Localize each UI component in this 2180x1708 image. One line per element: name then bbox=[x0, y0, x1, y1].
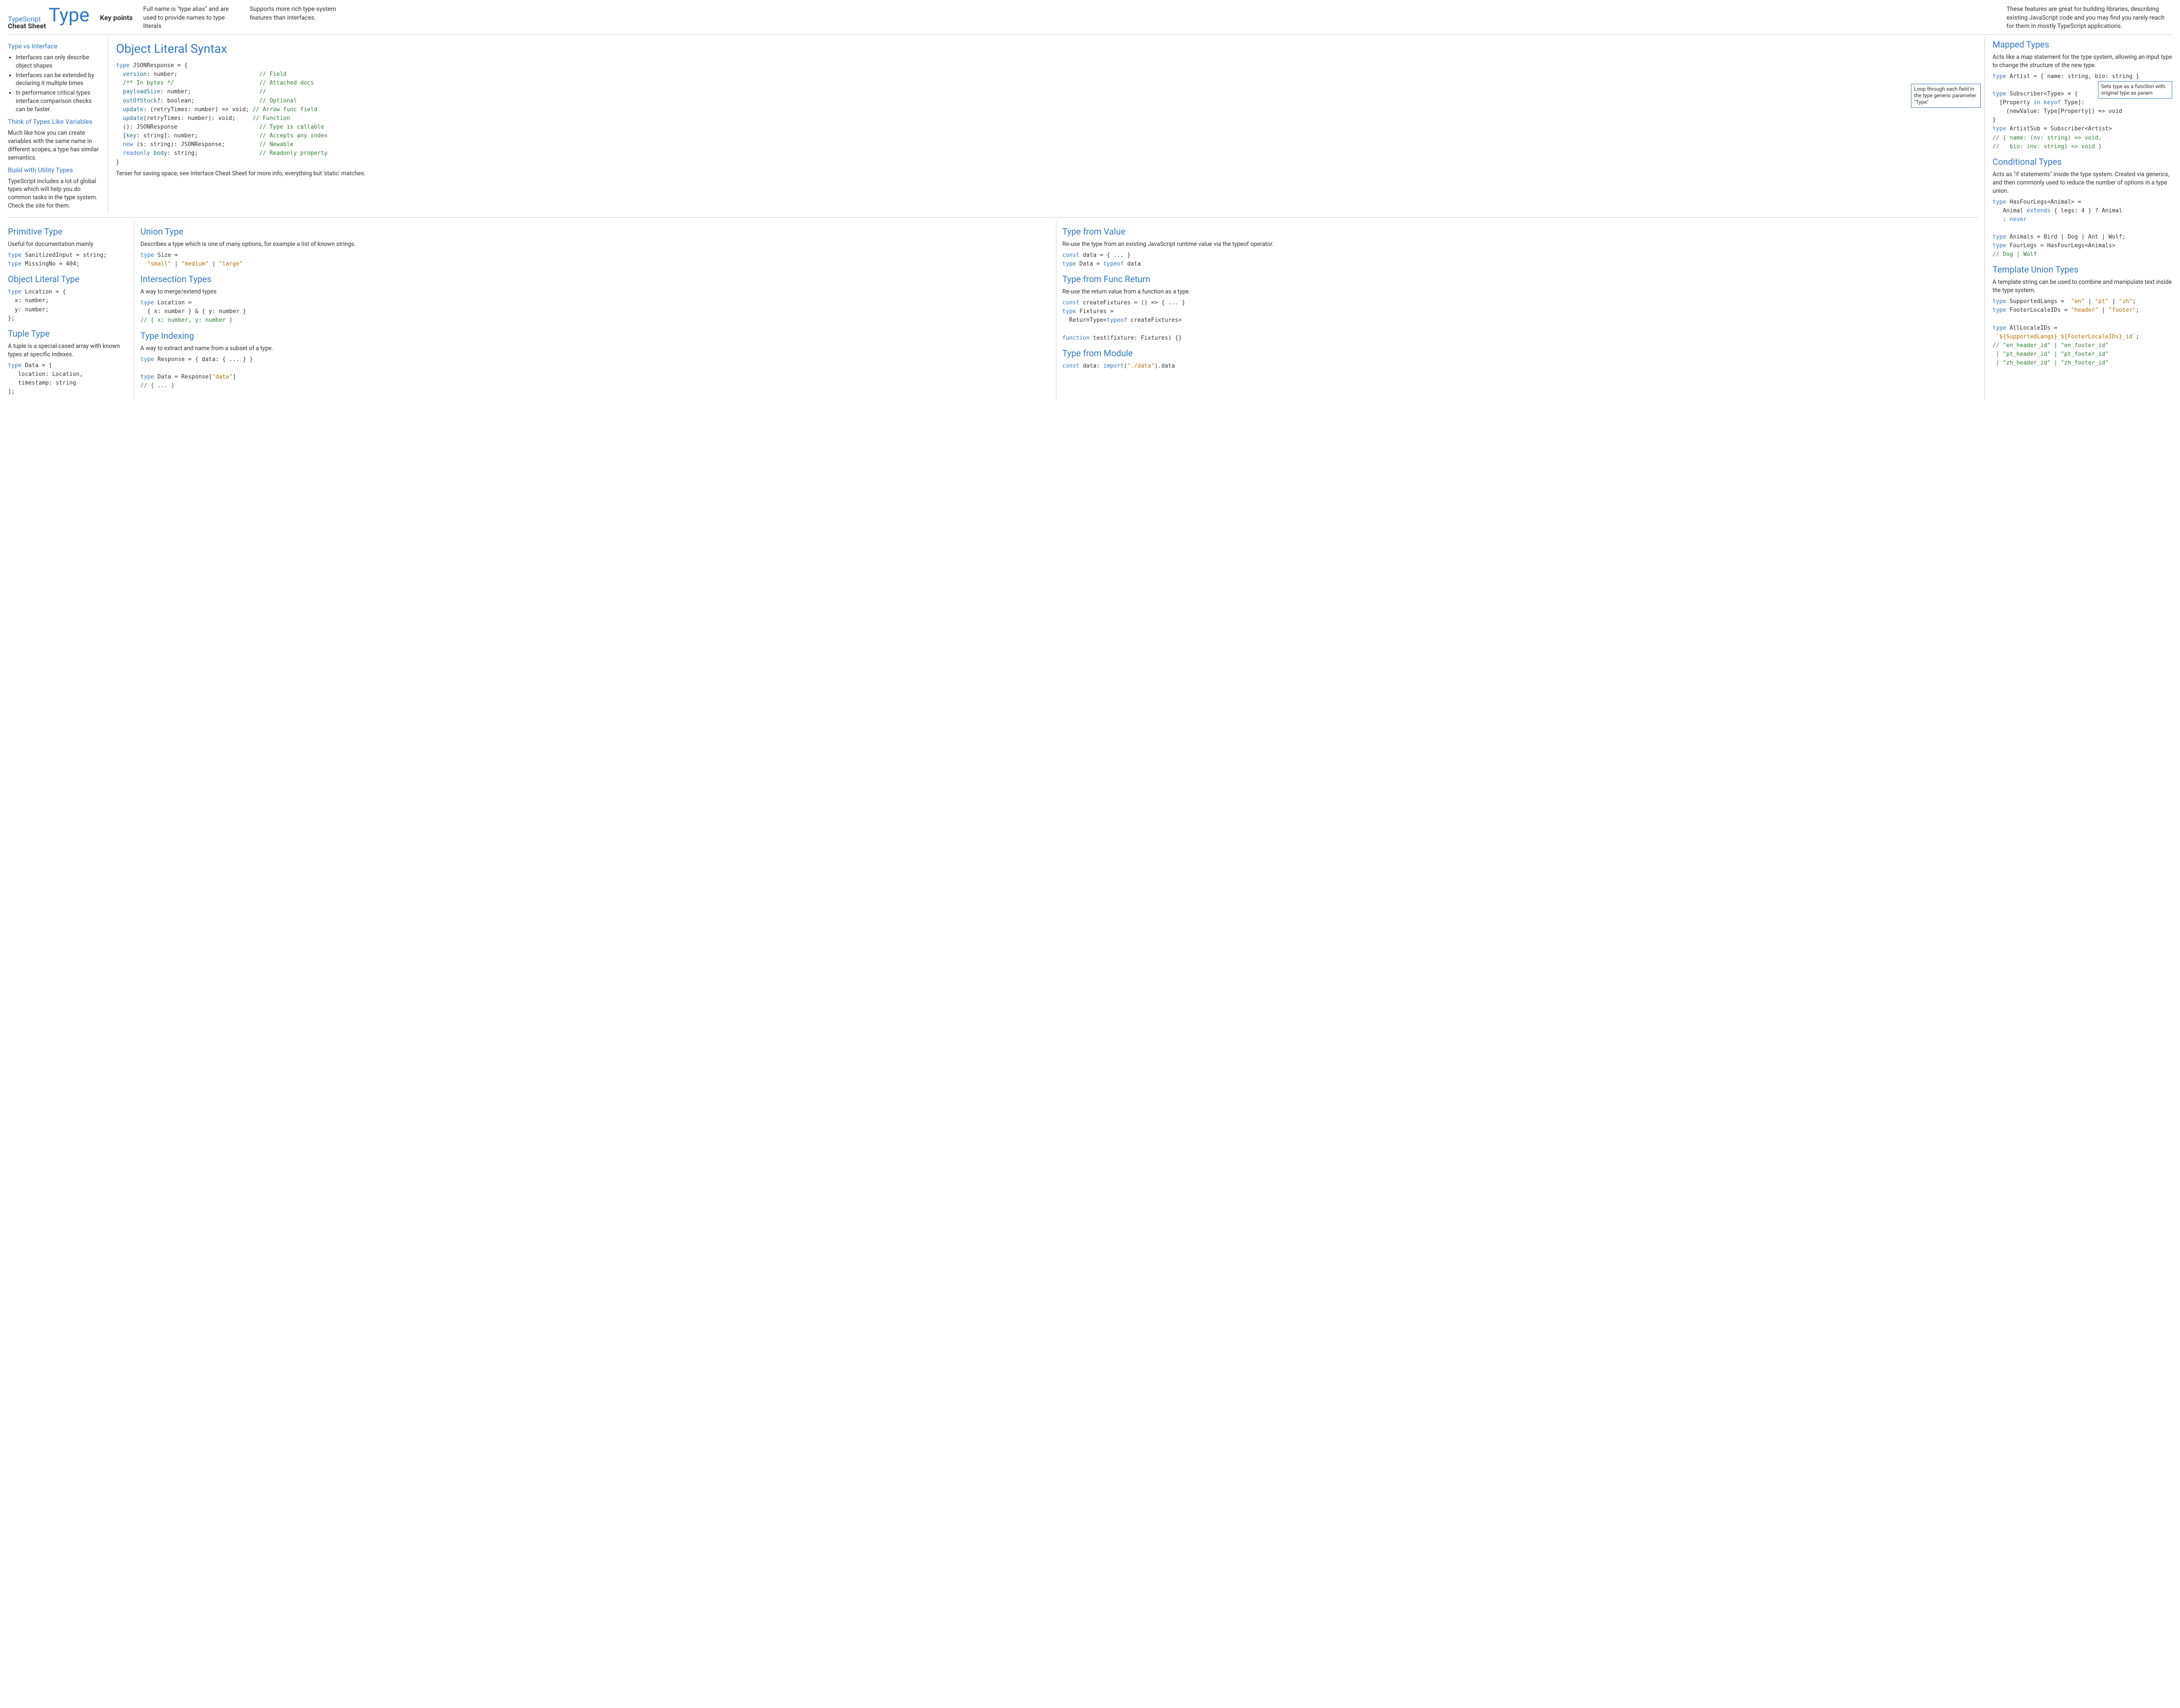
tfr-title: Type from Func Return bbox=[1063, 273, 1979, 285]
indexing-note: A way to extract and name from a subset … bbox=[140, 344, 1050, 353]
tfv-code: const data = { ... } type Data = typeof … bbox=[1063, 251, 1979, 269]
conditional-note: Acts as "if statements" inside the type … bbox=[1993, 170, 2172, 195]
brand-big: Type bbox=[49, 5, 90, 24]
tfm-title: Type from Module bbox=[1063, 347, 1979, 359]
callout-set-type-func: Sets type as a function with original ty… bbox=[2098, 81, 2172, 99]
template-note: A template string can be used to combine… bbox=[1993, 278, 2172, 295]
tfv-note: Re-use the type from an existing JavaScr… bbox=[1063, 240, 1979, 249]
primitive-note: Useful for documentation mainly bbox=[8, 240, 128, 249]
tfr-note: Re-use the return value from a function … bbox=[1063, 288, 1979, 296]
union-title: Union Type bbox=[140, 225, 1050, 238]
col-typefrom: Type from Value Re-use the type from an … bbox=[1056, 221, 1979, 399]
primitive-code: type SanitizedInput = string; type Missi… bbox=[8, 251, 128, 269]
mapped-note: Acts like a map statement for the type s… bbox=[1993, 53, 2172, 70]
template-title: Template Union Types bbox=[1993, 263, 2172, 276]
indexing-code: type Response = { data: { ... } } type D… bbox=[140, 355, 1050, 391]
union-note: Describes a type which is one of many op… bbox=[140, 240, 1050, 249]
tuple-note: A tuple is a special-cased array with kn… bbox=[8, 342, 128, 359]
vars-title: Think of Types Like Variables bbox=[8, 117, 102, 126]
ols-footer: Terser for saving space, see Interface C… bbox=[116, 170, 1978, 178]
col-union: Union Type Describes a type which is one… bbox=[134, 221, 1056, 399]
logo-block: TypeScript Cheat Sheet Type bbox=[8, 5, 89, 30]
page-header: TypeScript Cheat Sheet Type Key points F… bbox=[8, 5, 2172, 35]
ols-code: type JSONResponse = { version: number; /… bbox=[116, 61, 1978, 167]
template-code: type SupportedLangs = "en" | "pt" | "zh"… bbox=[1993, 297, 2172, 368]
util-body: TypeScript includes a lot of global type… bbox=[8, 177, 102, 211]
feature-note: These features are great for building li… bbox=[2006, 5, 2172, 31]
type-vs-interface-title: Type vs Interface bbox=[8, 42, 102, 51]
mapped-title: Mapped Types bbox=[1993, 38, 2172, 51]
primitive-title: Primitive Type bbox=[8, 225, 128, 238]
tvi-bullet-2: Interfaces can be extended by declaring … bbox=[16, 72, 102, 88]
objlit-title: Object Literal Type bbox=[8, 273, 128, 285]
indexing-title: Type Indexing bbox=[140, 330, 1050, 342]
intersection-note: A way to merge/extend types bbox=[140, 288, 1050, 296]
objlit-code: type Location = { x: number; y: number; … bbox=[8, 288, 128, 323]
conditional-code: type HasFourLegs<Animal> = Animal extend… bbox=[1993, 198, 2172, 259]
object-literal-syntax-section: Object Literal Syntax type JSONResponse … bbox=[108, 38, 1978, 213]
tuple-title: Tuple Type bbox=[8, 327, 128, 340]
util-title: Build with Utility Types bbox=[8, 166, 102, 175]
key-point-1: Full name is "type alias" and are used t… bbox=[143, 5, 239, 31]
key-point-2: Supports more rich type-system features … bbox=[250, 5, 346, 22]
sidebar: Type vs Interface Interfaces can only de… bbox=[8, 38, 108, 213]
intersection-title: Intersection Types bbox=[140, 273, 1050, 285]
conditional-title: Conditional Types bbox=[1993, 156, 2172, 168]
union-code: type Size = "small" | "medium" | "large" bbox=[140, 251, 1050, 269]
brand-line2: Cheat Sheet bbox=[8, 23, 46, 30]
tfv-title: Type from Value bbox=[1063, 225, 1979, 238]
tfr-code: const createFixtures = () => { ... } typ… bbox=[1063, 299, 1979, 343]
tvi-bullet-3: In performance critical types interface … bbox=[16, 89, 102, 114]
right-column: Mapped Types Acts like a map statement f… bbox=[1985, 38, 2172, 399]
type-vs-interface-list: Interfaces can only describe object shap… bbox=[16, 54, 102, 114]
col-primitive: Primitive Type Useful for documentation … bbox=[8, 221, 134, 399]
tfm-code: const data: import("./data").data bbox=[1063, 362, 1979, 371]
key-points-label: Key points bbox=[100, 13, 133, 23]
vars-body: Much like how you can create variables w… bbox=[8, 129, 102, 162]
callout-loop-fields: Loop through each field in the type gene… bbox=[1911, 84, 1981, 108]
ols-title: Object Literal Syntax bbox=[116, 40, 1978, 57]
tuple-code: type Data = [ location: Location, timest… bbox=[8, 361, 128, 397]
intersection-code: type Location = { x: number } & { y: num… bbox=[140, 299, 1050, 325]
tvi-bullet-1: Interfaces can only describe object shap… bbox=[16, 54, 102, 70]
